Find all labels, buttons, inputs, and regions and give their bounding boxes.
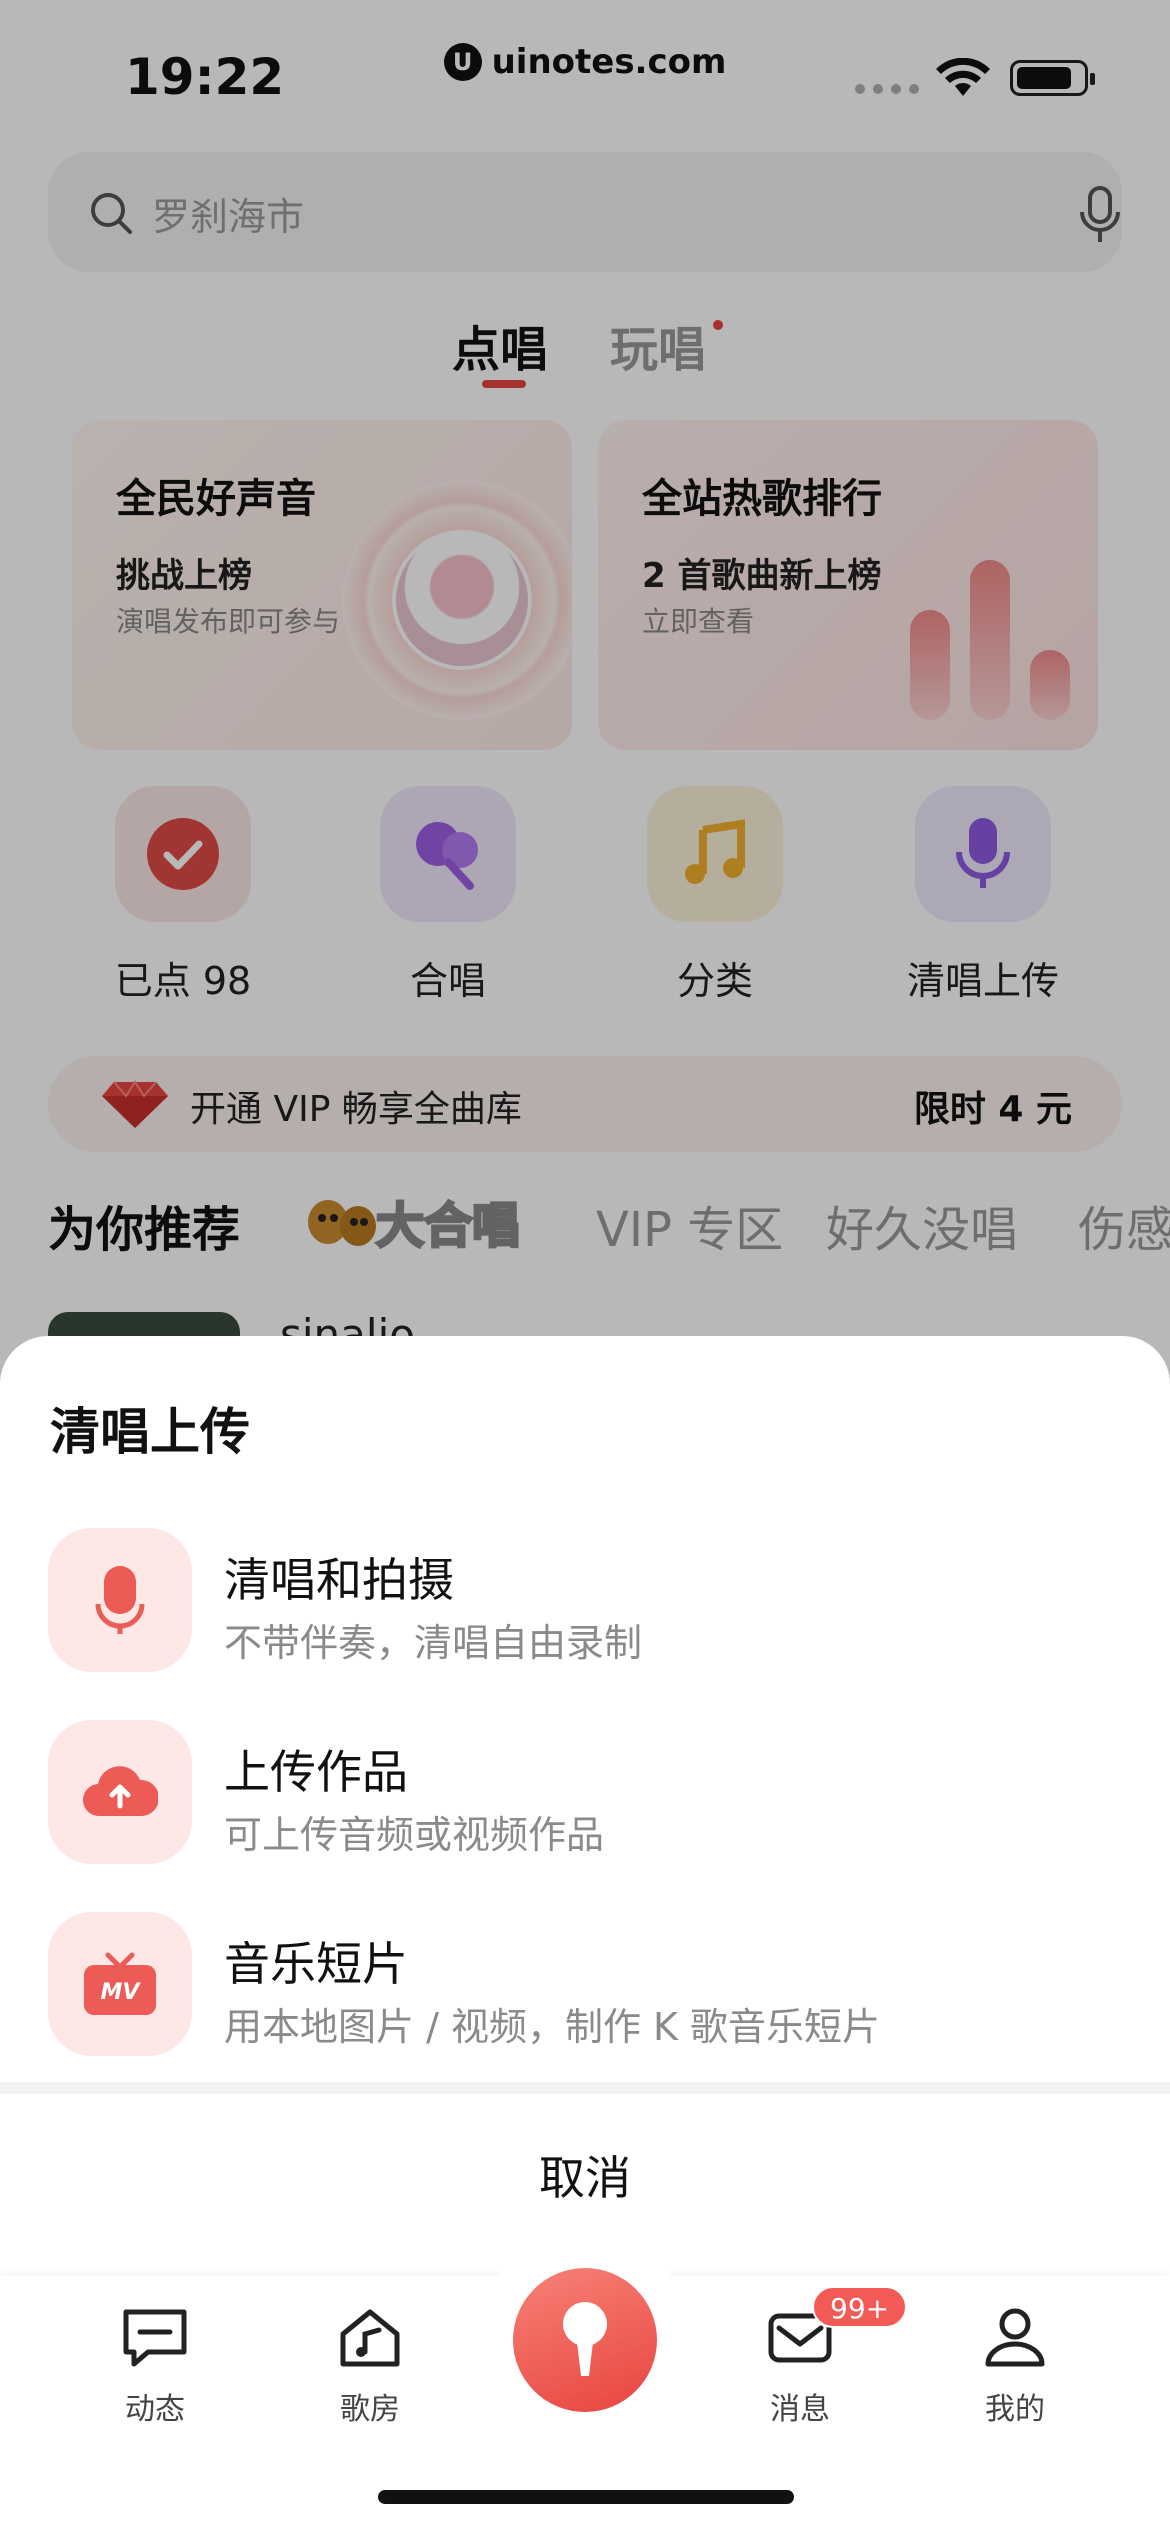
- mv-tv-icon: MV: [48, 1912, 192, 2056]
- upload-sheet: 清唱上传 清唱和拍摄 不带伴奏，清唱自由录制 上传作品 可上传音频或视频作品 M…: [0, 1336, 1170, 2276]
- record-button[interactable]: [513, 2268, 657, 2412]
- option-desc: 不带伴奏，清唱自由录制: [224, 1621, 643, 1665]
- microphone-icon: [48, 1528, 192, 1672]
- option-acapella-record[interactable]: 清唱和拍摄 不带伴奏，清唱自由录制: [48, 1528, 1120, 1674]
- option-title: 清唱和拍摄: [224, 1553, 454, 1607]
- tab-label: 动态: [125, 2392, 185, 2427]
- tab-profile[interactable]: 我的: [950, 2306, 1080, 2428]
- tab-song-room[interactable]: 歌房: [305, 2306, 435, 2428]
- option-desc: 可上传音频或视频作品: [224, 1813, 605, 1857]
- tab-label: 消息: [770, 2392, 830, 2427]
- sheet-divider: [0, 2082, 1170, 2094]
- tab-label: 歌房: [340, 2392, 400, 2427]
- cloud-upload-icon: [48, 1720, 192, 1864]
- record-mic-icon: [563, 2302, 607, 2376]
- option-music-clip[interactable]: MV 音乐短片 用本地图片 / 视频，制作 K 歌音乐短片: [48, 1912, 1120, 2058]
- message-square-icon: [123, 2309, 187, 2367]
- option-title: 音乐短片: [224, 1937, 408, 1991]
- mv-icon-text: MV: [101, 1980, 142, 2005]
- cancel-button[interactable]: 取消: [0, 2142, 1170, 2208]
- option-title: 上传作品: [224, 1745, 408, 1799]
- user-icon: [985, 2308, 1045, 2367]
- option-upload-work[interactable]: 上传作品 可上传音频或视频作品: [48, 1720, 1120, 1866]
- tab-feed[interactable]: 动态: [90, 2306, 220, 2428]
- tab-label: 我的: [985, 2392, 1045, 2427]
- option-desc: 用本地图片 / 视频，制作 K 歌音乐短片: [224, 2005, 881, 2049]
- message-count-badge: 99+: [812, 2286, 908, 2328]
- sheet-title: 清唱上传: [50, 1403, 250, 1461]
- home-music-icon: [340, 2309, 400, 2367]
- home-indicator: [378, 2490, 794, 2504]
